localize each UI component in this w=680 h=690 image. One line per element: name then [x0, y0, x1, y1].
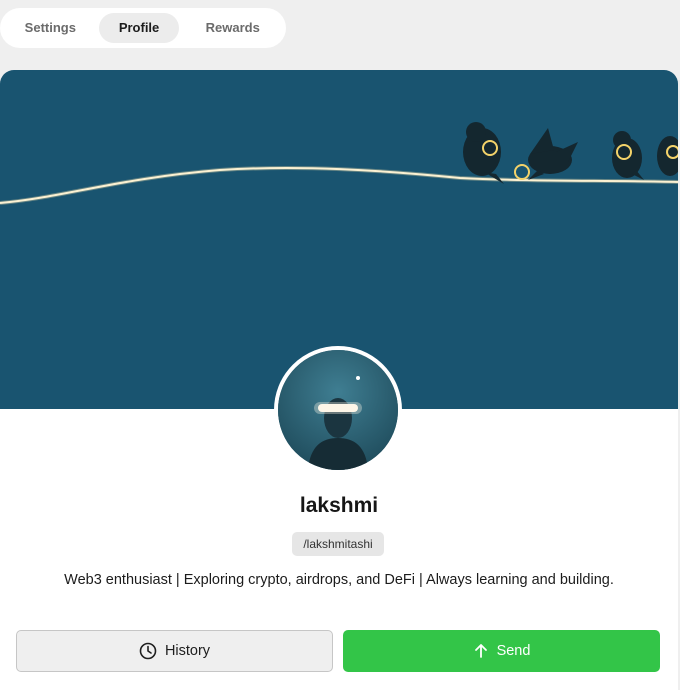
clock-icon [139, 642, 157, 660]
send-label: Send [496, 643, 531, 659]
history-button[interactable]: History [16, 630, 333, 672]
profile-name: lakshmi [299, 494, 379, 517]
history-label: History [164, 643, 211, 659]
arrow-up-icon [473, 643, 489, 659]
tab-settings[interactable]: Settings [6, 13, 95, 43]
send-button[interactable]: Send [343, 630, 660, 672]
tab-rewards[interactable]: Rewards [185, 13, 280, 43]
tab-profile[interactable]: Profile [98, 13, 180, 43]
profile-handle: /lakshmitashi [292, 532, 384, 556]
profile-card: lakshmi /lakshmitashi Web3 enthusiast | … [0, 70, 678, 690]
profile-bio: Web3 enthusiast | Exploring crypto, aird… [64, 572, 614, 588]
tab-bar: Settings Profile Rewards [0, 8, 286, 48]
avatar[interactable] [274, 346, 402, 474]
